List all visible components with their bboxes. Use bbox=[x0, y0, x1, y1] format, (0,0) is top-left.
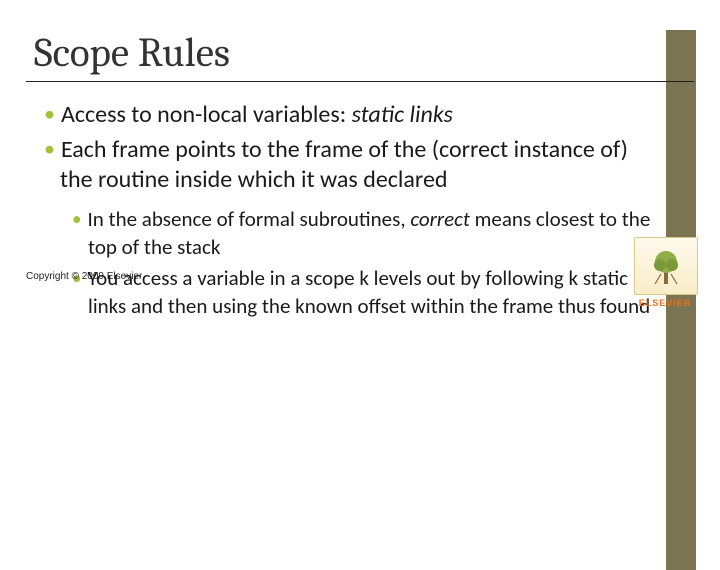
sub-bullets: • In the absence of formal subroutines, c… bbox=[72, 206, 660, 320]
bullet-icon: • bbox=[44, 100, 55, 127]
tree-icon bbox=[649, 246, 683, 286]
bullet-l2: • In the absence of formal subroutines, c… bbox=[72, 206, 660, 261]
bullet-em: static links bbox=[352, 100, 453, 129]
slide: Scope Rules •Access to non-local variabl… bbox=[0, 30, 720, 320]
bullet-text: Access to non-local variables: bbox=[61, 100, 352, 129]
bullet-l2: •You access a variable in a scope k leve… bbox=[72, 265, 660, 320]
bullet-icon: • bbox=[44, 135, 55, 162]
publisher-logo: ELSEVIER bbox=[634, 237, 696, 308]
logo-box bbox=[634, 237, 698, 295]
bullet-text: Each frame points to the frame of the (c… bbox=[60, 135, 628, 195]
bullet-icon: • bbox=[72, 208, 81, 231]
title-underline bbox=[26, 81, 694, 82]
bullet-l1: •Each frame points to the frame of the (… bbox=[44, 135, 660, 196]
bullet-em: correct bbox=[410, 206, 470, 232]
copyright-text: Copyright © 2009 Elsevier bbox=[26, 271, 142, 282]
bullet-l1: •Access to non-local variables: static l… bbox=[44, 100, 660, 131]
bullet-text: In the absence of formal subroutines, bbox=[87, 206, 410, 232]
slide-title: Scope Rules bbox=[34, 30, 720, 77]
bullet-text: You access a variable in a scope k level… bbox=[87, 265, 650, 319]
body-area: •Access to non-local variables: static l… bbox=[44, 100, 660, 320]
logo-text: ELSEVIER bbox=[634, 298, 696, 308]
